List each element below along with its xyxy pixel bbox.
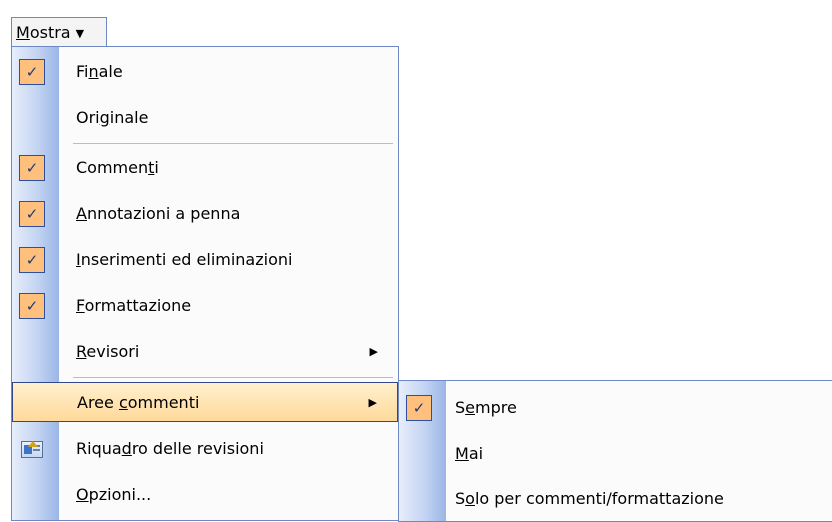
mostra-dropdown-menu: ✓ Finale Originale ✓ Commenti ✓ Annotazi… xyxy=(11,46,399,521)
mostra-accel: M xyxy=(16,23,30,42)
menu-item-label: Revisori xyxy=(76,342,140,361)
menu-item-label: Finale xyxy=(76,62,123,81)
menu-item-label: Commenti xyxy=(76,158,159,177)
menu-item-label: Sempre xyxy=(455,398,517,417)
submenu-item-sempre[interactable]: ✓ Sempre xyxy=(399,388,832,428)
menu-separator xyxy=(73,377,393,378)
menu-item-label: Inserimenti ed eliminazioni xyxy=(76,250,293,269)
submenu-arrow-icon: ▶ xyxy=(368,396,377,409)
menu-item-label: Aree commenti xyxy=(77,393,200,412)
submenu-item-solo-per-commenti-formattazione[interactable]: Solo per commenti/formattazione xyxy=(399,479,832,519)
menu-item-finale[interactable]: ✓ Finale xyxy=(12,52,398,92)
menu-item-label: Mai xyxy=(455,444,484,463)
check-icon: ✓ xyxy=(406,395,432,421)
mostra-menu-button[interactable]: Mostra ▼ xyxy=(11,17,107,47)
menu-item-commenti[interactable]: ✓ Commenti xyxy=(12,148,398,188)
menu-item-label: Formattazione xyxy=(76,296,192,315)
submenu-item-mai[interactable]: Mai xyxy=(399,434,832,474)
menu-item-label: Solo per commenti/formattazione xyxy=(455,489,724,508)
menu-item-label: Originale xyxy=(76,108,149,127)
submenu-arrow-icon: ▶ xyxy=(369,345,378,358)
menu-item-inserimenti-ed-eliminazioni[interactable]: ✓ Inserimenti ed eliminazioni xyxy=(12,240,398,280)
menu-item-label: Annotazioni a penna xyxy=(76,204,241,223)
menu-item-label: Opzioni... xyxy=(76,485,152,504)
menu-separator xyxy=(73,143,393,144)
check-icon: ✓ xyxy=(19,247,45,273)
check-icon: ✓ xyxy=(19,293,45,319)
check-icon: ✓ xyxy=(19,59,45,85)
menu-item-opzioni[interactable]: Opzioni... xyxy=(12,475,398,515)
menu-item-annotazioni-a-penna[interactable]: ✓ Annotazioni a penna xyxy=(12,194,398,234)
aree-commenti-submenu: ✓ Sempre Mai Solo per commenti/formattaz… xyxy=(398,380,832,522)
menu-item-originale[interactable]: Originale xyxy=(12,98,398,138)
menu-item-aree-commenti[interactable]: Aree commenti ▶ xyxy=(12,382,398,422)
mostra-label-rest: ostra xyxy=(29,23,71,42)
check-icon: ✓ xyxy=(19,155,45,181)
menu-item-riquadro-delle-revisioni[interactable]: Riquadro delle revisioni xyxy=(12,429,398,469)
menu-item-formattazione[interactable]: ✓ Formattazione xyxy=(12,286,398,326)
menu-item-revisori[interactable]: Revisori ▶ xyxy=(12,332,398,372)
menu-item-label: Riquadro delle revisioni xyxy=(76,439,264,458)
chevron-down-icon: ▼ xyxy=(75,27,85,40)
review-pane-icon xyxy=(21,441,43,458)
check-icon: ✓ xyxy=(19,201,45,227)
